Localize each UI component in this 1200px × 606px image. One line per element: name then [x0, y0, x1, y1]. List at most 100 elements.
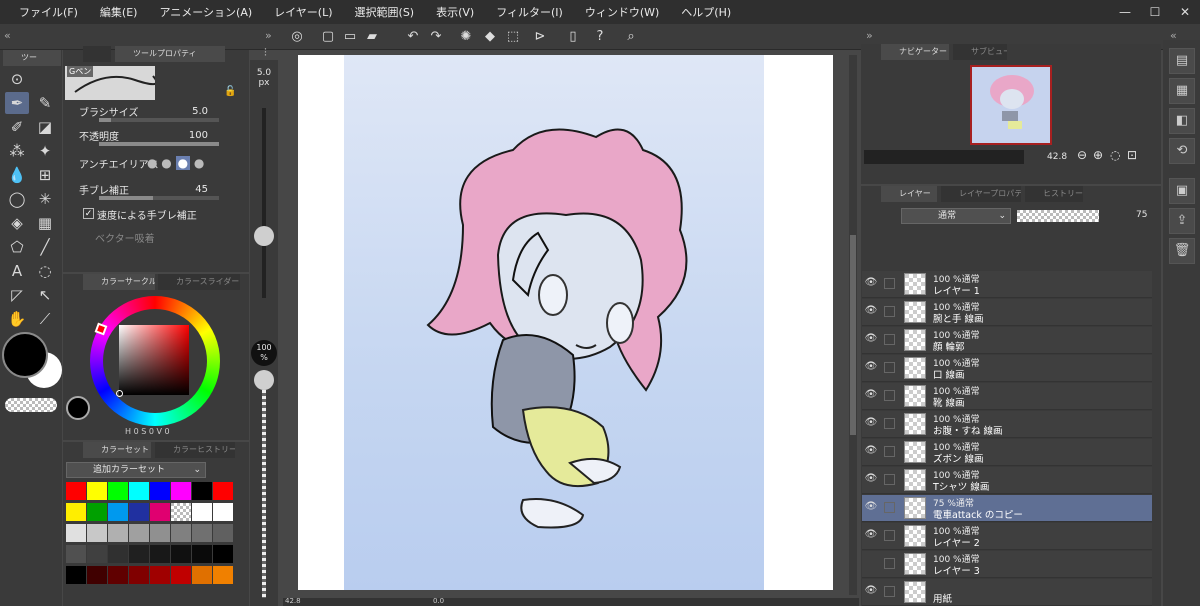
color-swatch[interactable] [129, 482, 149, 500]
blend-icon[interactable]: 💧 [5, 164, 29, 186]
layer-checkbox[interactable] [884, 586, 895, 597]
layer-row[interactable]: 👁 100 %通常 Tシャツ 線画 [862, 467, 1152, 494]
save-icon[interactable]: ▰ [362, 27, 382, 47]
color-swatch[interactable] [171, 524, 191, 542]
brush-size-knob[interactable] [254, 226, 274, 246]
clip-studio-icon[interactable]: ◎ [287, 27, 307, 47]
opacity-row[interactable]: 不透明度 100 [65, 126, 230, 150]
marker-icon[interactable]: ✐ [5, 116, 29, 138]
tool-property-tab[interactable]: ツールプロパティ [115, 46, 225, 62]
transparent-color[interactable] [5, 398, 57, 412]
redo-icon[interactable]: ↷ [426, 27, 446, 47]
operation-icon[interactable]: ↖ [33, 284, 57, 306]
menu-item-0[interactable]: ファイル(F) [8, 4, 89, 20]
menu-item-3[interactable]: レイヤー(L) [263, 4, 343, 20]
antialias-row[interactable]: アンチエイリアス ● ● ● ● [65, 154, 230, 178]
layer-row[interactable]: 👁 100 %通常 ズボン 線画 [862, 439, 1152, 466]
move-view-icon[interactable]: ⊙ [5, 68, 29, 90]
antialias-options[interactable]: ● ● ● ● [147, 156, 204, 170]
layer-row[interactable]: 👁 100 %通常 腕と手 線画 [862, 299, 1152, 326]
speed-stab-checkbox[interactable]: ✓ [83, 208, 94, 219]
color-swatch[interactable] [150, 482, 170, 500]
menu-item-5[interactable]: 表示(V) [425, 4, 485, 20]
animation-icon[interactable]: ▣ [1169, 178, 1195, 204]
brush-size-row[interactable]: ブラシサイズ 5.0 [65, 102, 230, 126]
layer-checkbox[interactable] [884, 362, 895, 373]
stabilization-row[interactable]: 手ブレ補正 45 [65, 180, 230, 204]
layer-checkbox[interactable] [884, 306, 895, 317]
layer-checkbox[interactable] [884, 446, 895, 457]
color-swatch[interactable] [150, 545, 170, 563]
color-swatch[interactable] [66, 545, 86, 563]
delete-icon[interactable]: 🗑 [1169, 238, 1195, 264]
layer-row[interactable]: 👁 75 %通常 電車attack のコピー [862, 495, 1152, 522]
color-swatch[interactable] [171, 482, 191, 500]
stabilization-slider[interactable] [99, 196, 219, 200]
color-swatch[interactable] [108, 503, 128, 521]
opacity-slider[interactable] [99, 142, 219, 146]
collapse-right-icon[interactable]: » [866, 29, 873, 42]
layer-checkbox[interactable] [884, 558, 895, 569]
color-slider-tab[interactable]: カラースライダー [158, 274, 240, 290]
lasso-icon[interactable]: ◯ [5, 188, 29, 210]
layer-checkbox[interactable] [884, 530, 895, 541]
brush-size-slider[interactable] [99, 118, 219, 122]
export-icon[interactable]: ⇪ [1169, 208, 1195, 234]
layer-row[interactable]: 100 %通常 レイヤー 3 [862, 551, 1152, 578]
collapse-left-icon[interactable]: « [4, 29, 11, 42]
pencil-icon[interactable]: ✎ [33, 92, 57, 114]
opacity-track[interactable] [262, 378, 266, 598]
eye-icon[interactable]: 👁 [862, 445, 880, 456]
color-swatch[interactable] [192, 566, 212, 584]
grid-icon[interactable]: ⊞ [33, 164, 57, 186]
settings-icon[interactable]: ⫶ [264, 46, 267, 60]
tool-tab[interactable]: ツー [3, 50, 61, 66]
color-history-tab[interactable]: カラーヒストリー [155, 442, 235, 458]
color-swatch[interactable] [192, 482, 212, 500]
hand-icon[interactable]: ✋ [5, 308, 29, 330]
color-swatch[interactable] [129, 503, 149, 521]
layer-opacity-slider[interactable] [1017, 210, 1099, 222]
navigator-tab[interactable]: ナビゲーター [881, 44, 949, 60]
color-swatch[interactable] [108, 524, 128, 542]
eye-icon[interactable]: 👁 [862, 389, 880, 400]
mini-main-color[interactable] [66, 396, 90, 420]
menu-item-1[interactable]: 編集(E) [89, 4, 149, 20]
gradient-icon[interactable]: ▦ [33, 212, 57, 234]
layer-checkbox[interactable] [884, 390, 895, 401]
eye-icon[interactable]: 👁 [862, 305, 880, 316]
material-icon[interactable]: ▦ [1169, 78, 1195, 104]
smartphone-icon[interactable]: ▯ [563, 27, 583, 47]
subview-tab[interactable]: サブビュー [953, 44, 1007, 60]
color-swatch[interactable] [87, 482, 107, 500]
navigator-zoom-slider[interactable] [864, 150, 1024, 164]
search-icon[interactable]: ⌕ [621, 27, 641, 47]
subtool-tab[interactable] [83, 46, 111, 62]
color-swatch[interactable] [108, 482, 128, 500]
canvas-vertical-scrollbar[interactable] [849, 55, 857, 595]
color-swatch[interactable] [129, 524, 149, 542]
color-swatch[interactable] [171, 545, 191, 563]
color-swatch[interactable] [213, 566, 233, 584]
bucket-icon[interactable]: ◈ [5, 212, 29, 234]
color-swatch[interactable] [192, 524, 212, 542]
menu-item-8[interactable]: ヘルプ(H) [670, 4, 742, 20]
eye-icon[interactable]: 👁 [862, 417, 880, 428]
balloon-icon[interactable]: ◌ [33, 260, 57, 282]
eraser-icon[interactable]: ◪ [33, 116, 57, 138]
line-icon[interactable]: ╱ [33, 236, 57, 258]
eye-icon[interactable]: 👁 [862, 529, 880, 540]
layer-row[interactable]: 👁 100 %通常 お腹・すね 線画 [862, 411, 1152, 438]
frame-icon[interactable]: ◸ [5, 284, 29, 306]
transform-icon[interactable]: ⬚ [503, 27, 523, 47]
eye-icon[interactable]: 👁 [862, 473, 880, 484]
panel-toggle-icon[interactable]: ▤ [1169, 48, 1195, 74]
layer-opacity-value[interactable]: 75 [1136, 210, 1147, 220]
color-set-tab[interactable]: カラーセット [83, 442, 151, 458]
lock-icon[interactable]: 🔓 [224, 86, 236, 97]
layer-property-tab[interactable]: レイヤープロパティ [941, 186, 1021, 202]
color-swatch[interactable] [66, 566, 86, 584]
main-color[interactable] [2, 332, 48, 378]
navigator-thumbnail[interactable] [970, 65, 1052, 145]
layer-row[interactable]: 👁 用紙 [862, 579, 1152, 606]
